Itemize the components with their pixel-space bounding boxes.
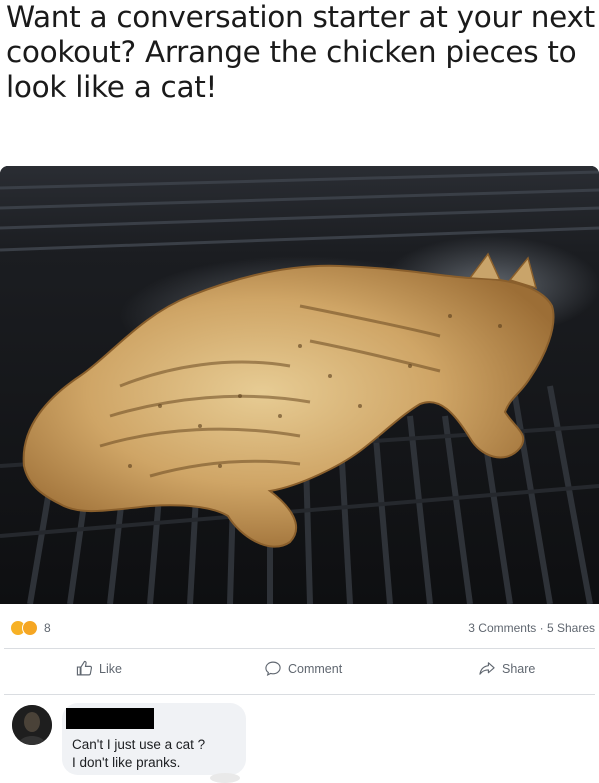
avatar-silhouette-icon	[12, 705, 52, 745]
comment-text: Can't I just use a cat ? I don't like pr…	[72, 737, 206, 770]
share-button[interactable]: Share	[478, 660, 535, 677]
grilled-chicken-cat-image	[0, 166, 599, 604]
post-photo[interactable]	[0, 166, 599, 604]
like-button[interactable]: Like	[76, 660, 122, 677]
like-label: Like	[99, 661, 122, 676]
share-arrow-icon	[479, 662, 495, 675]
comment-bubble[interactable]: Can't I just use a cat ? I don't like pr…	[62, 703, 246, 775]
comments-shares-count[interactable]: 3 Comments · 5 Shares	[468, 621, 595, 635]
comment: Can't I just use a cat ? I don't like pr…	[12, 703, 592, 783]
redacted-commenter-name	[66, 708, 154, 729]
comment-attachment-edge	[210, 773, 240, 783]
share-label: Share	[502, 661, 536, 676]
thumbs-up-icon	[76, 660, 93, 676]
comment-button[interactable]: Comment	[264, 660, 342, 677]
comment-label: Comment	[288, 661, 343, 676]
comment-bubble-icon	[265, 661, 281, 676]
divider	[4, 648, 595, 649]
reaction-count: 8	[44, 621, 51, 635]
divider	[4, 694, 595, 695]
commenter-avatar[interactable]	[12, 705, 52, 745]
care-reaction-icon	[22, 620, 38, 636]
post-caption: Want a conversation starter at your next…	[6, 0, 595, 104]
post-actions-bar: Like Comment Share	[0, 660, 599, 688]
reactions-summary[interactable]: 8	[10, 620, 51, 636]
